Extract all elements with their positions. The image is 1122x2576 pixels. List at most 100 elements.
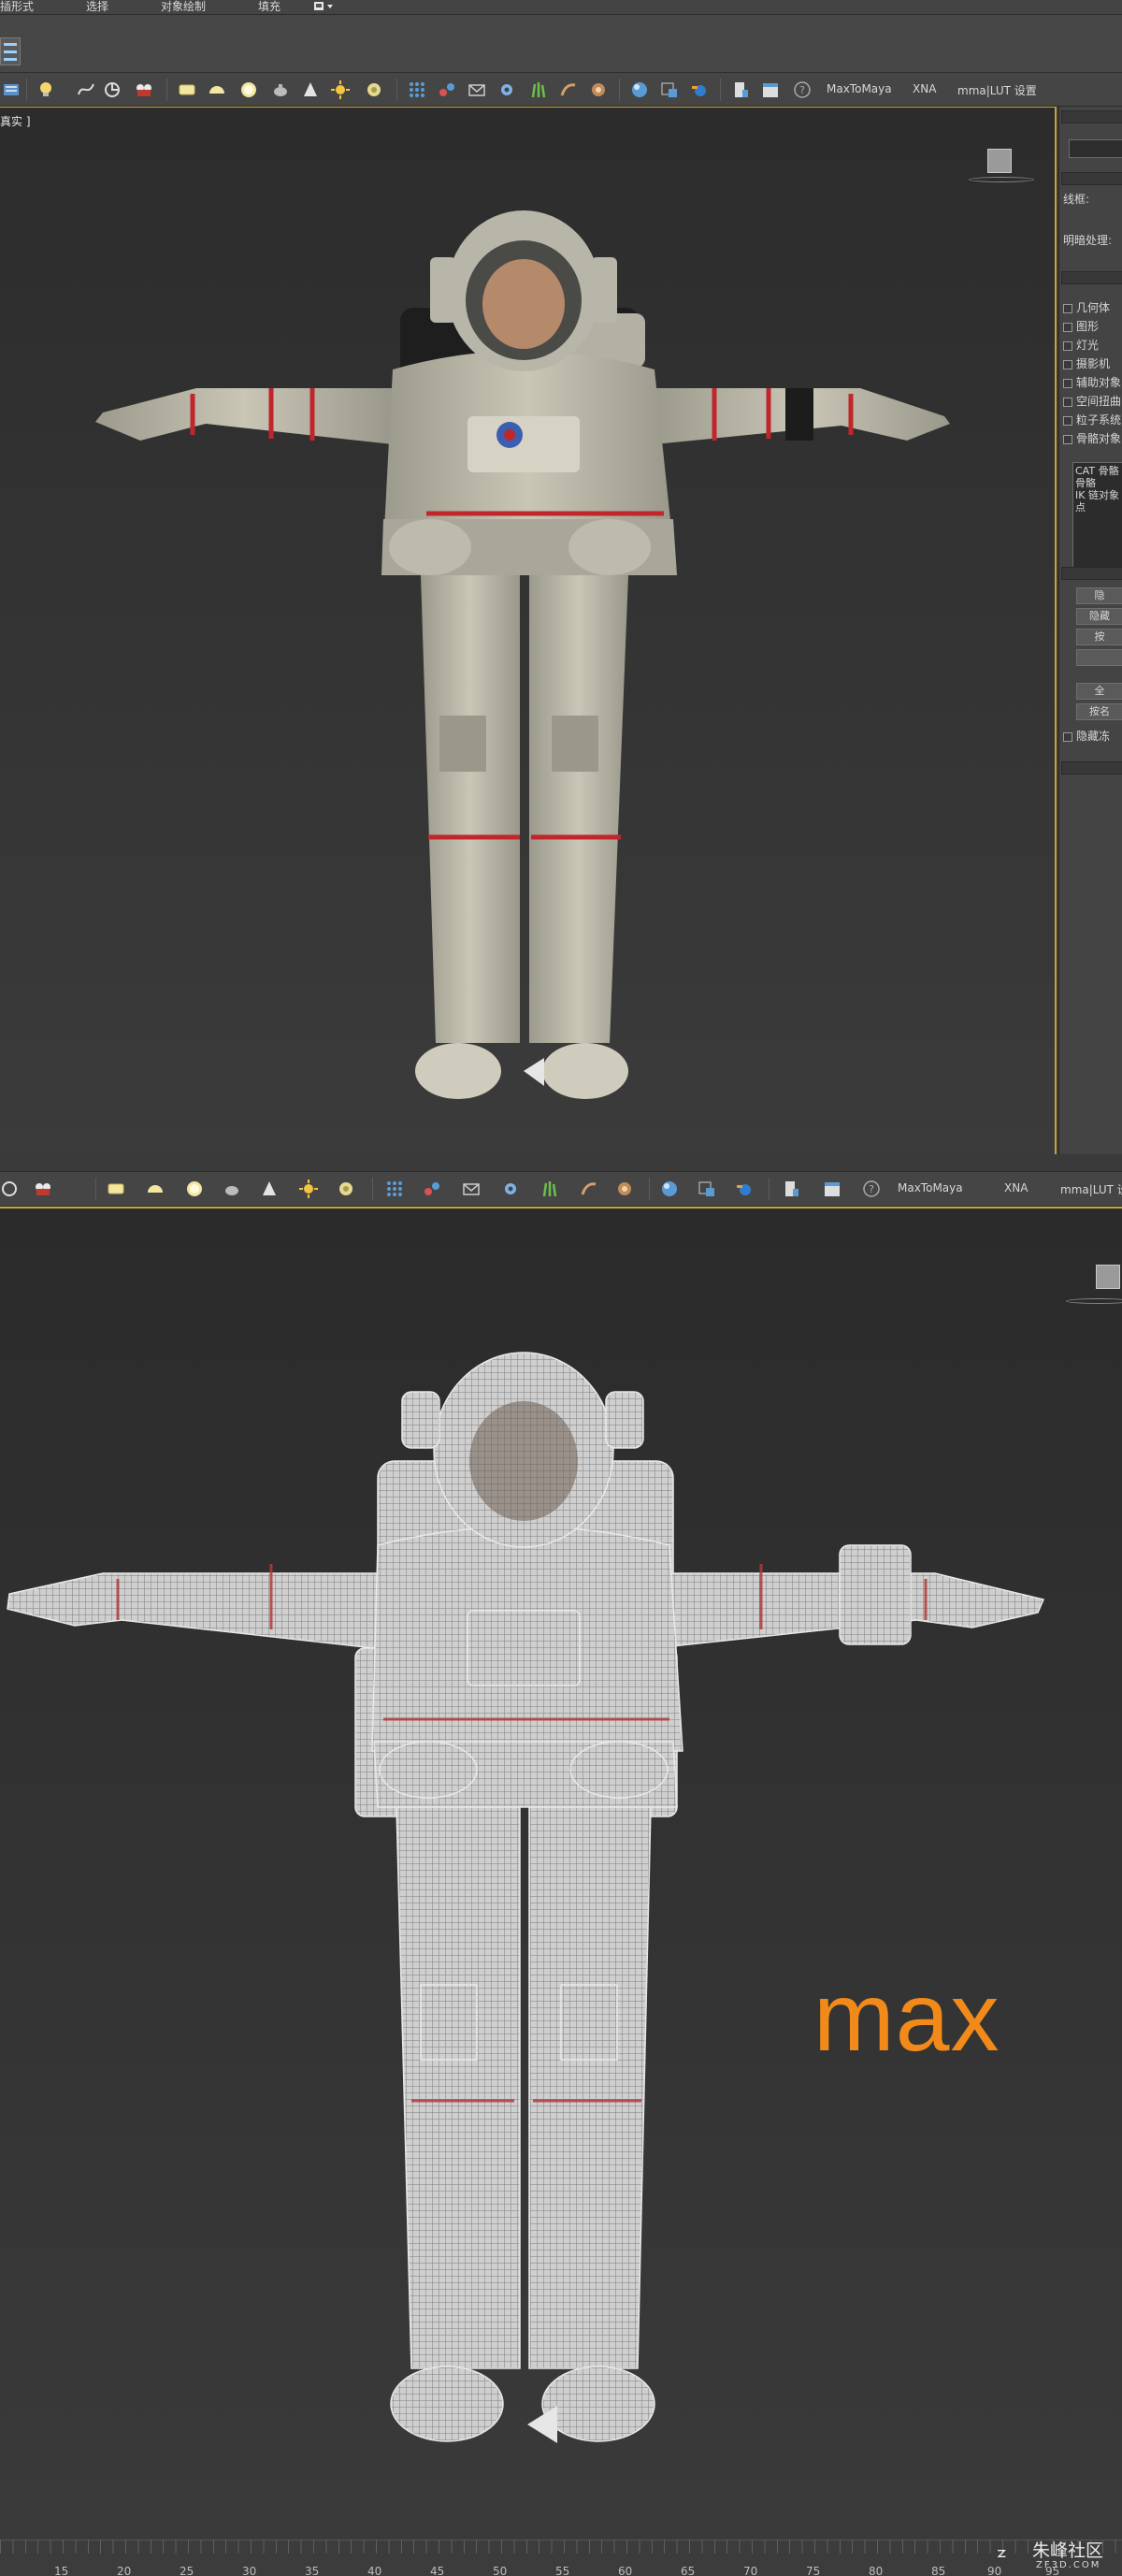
cone-icon[interactable] <box>260 1179 279 1198</box>
render-frame-icon[interactable] <box>660 80 679 99</box>
list-item[interactable]: 点 <box>1075 501 1120 514</box>
curve-editor-icon[interactable] <box>77 80 95 99</box>
hemisphere-icon[interactable] <box>146 1179 165 1198</box>
timeline-tick: 25 <box>180 2565 194 2576</box>
toolbar-label-xna[interactable]: XNA <box>913 82 936 95</box>
timeline-ruler[interactable]: 15 20 25 30 35 40 45 50 55 60 65 70 75 8… <box>0 2540 1122 2576</box>
svg-text:?: ? <box>869 1183 874 1195</box>
envelope-icon[interactable] <box>468 80 486 99</box>
help-icon[interactable]: ? <box>862 1179 881 1198</box>
teapot-icon[interactable] <box>223 1179 241 1198</box>
document-icon[interactable] <box>782 1179 800 1198</box>
menu-item-select[interactable]: 选择 <box>86 0 108 13</box>
particle-grid-icon[interactable] <box>385 1179 404 1198</box>
teapot-icon[interactable] <box>271 80 290 99</box>
help-icon[interactable]: ? <box>793 80 812 99</box>
document-icon[interactable] <box>731 80 750 99</box>
gear-icon[interactable] <box>501 1179 520 1198</box>
molecule-icon[interactable] <box>438 80 456 99</box>
hair-icon[interactable] <box>580 1179 598 1198</box>
torus-icon[interactable] <box>365 80 383 99</box>
render-teapot-icon[interactable] <box>735 1179 754 1198</box>
toolbar-label-lut[interactable]: mma|LUT 设置 <box>957 82 1037 98</box>
max-overlay-label: max <box>813 1963 1000 2072</box>
timeline-tick: 20 <box>117 2565 132 2576</box>
particle-grid-icon[interactable] <box>408 80 426 99</box>
list-item[interactable]: CAT 骨骼 <box>1075 465 1120 477</box>
timeline-tick: 65 <box>681 2565 696 2576</box>
dropdown-icon[interactable] <box>313 1 336 12</box>
checkbox-helpers[interactable]: 辅助对象 <box>1063 374 1121 391</box>
astronaut-shaded-model[interactable] <box>0 108 1057 1154</box>
hemisphere-icon[interactable] <box>208 80 226 99</box>
menu-item-object-paint[interactable]: 对象绘制 <box>161 0 206 13</box>
checkbox-cameras[interactable]: 摄影机 <box>1063 355 1110 372</box>
hide-by-name-button[interactable]: 按 <box>1076 629 1122 645</box>
calendar-icon[interactable] <box>761 80 780 99</box>
checkbox-hide-frozen[interactable]: 隐藏冻 <box>1063 728 1110 745</box>
unhide-all-button[interactable]: 全 <box>1076 683 1122 700</box>
viewport-wireframe[interactable] <box>0 1207 1122 2540</box>
list-item[interactable]: 骨骼 <box>1075 477 1120 489</box>
cloth-icon[interactable] <box>615 1179 634 1198</box>
rollout-header-display-color[interactable] <box>1061 172 1122 185</box>
toolbar-label-lut[interactable]: mma|LUT 设置 <box>1060 1181 1122 1197</box>
material-sphere-icon[interactable] <box>660 1179 679 1198</box>
checkbox-bone-objects[interactable]: 骨骼对象 <box>1063 430 1121 447</box>
checkbox-particle-systems[interactable]: 粒子系统 <box>1063 412 1121 428</box>
menu-item-populate[interactable]: 填充 <box>258 0 280 13</box>
envelope-icon[interactable] <box>462 1179 481 1198</box>
sphere-icon[interactable] <box>239 80 258 99</box>
hair-icon[interactable] <box>559 80 578 99</box>
molecule-icon[interactable] <box>423 1179 441 1198</box>
render-setup-icon[interactable] <box>34 1179 52 1198</box>
gear-icon[interactable] <box>497 80 516 99</box>
sphere-icon[interactable] <box>185 1179 204 1198</box>
calendar-icon[interactable] <box>823 1179 842 1198</box>
schematic-icon[interactable] <box>0 1179 19 1198</box>
checkbox-geometry[interactable]: 几何体 <box>1063 299 1110 316</box>
unhide-by-name-button[interactable]: 按名 <box>1076 703 1122 720</box>
checkbox-space-warps[interactable]: 空间扭曲 <box>1063 393 1121 410</box>
timeline-tick: 40 <box>367 2565 382 2576</box>
plane-icon[interactable] <box>178 80 196 99</box>
menu-item-insert[interactable]: 插形式 <box>0 0 34 13</box>
hide-unselected-button[interactable]: 隐藏 <box>1076 608 1122 625</box>
panel-tabs[interactable] <box>1061 110 1122 123</box>
viewport-shaded[interactable]: 真实 ] <box>0 107 1057 1154</box>
layer-icon[interactable] <box>2 80 21 99</box>
category-list[interactable]: CAT 骨骼 骨骼 IK 链对象 点 <box>1072 462 1122 574</box>
sun-icon[interactable] <box>299 1179 318 1198</box>
rollout-header-hide[interactable] <box>1061 567 1122 580</box>
toolbar-label-xna[interactable]: XNA <box>1004 1181 1028 1194</box>
plane-icon[interactable] <box>107 1179 125 1198</box>
torus-icon[interactable] <box>337 1179 355 1198</box>
main-toolbar: ? MaxToMaya XNA mma|LUT 设置 <box>0 73 1122 107</box>
toolbar-label-maxtomaya[interactable]: MaxToMaya <box>827 82 892 95</box>
light-bulb-icon[interactable] <box>37 80 56 99</box>
timeline-tick: 55 <box>555 2565 570 2576</box>
panel-name-field[interactable] <box>1069 139 1122 158</box>
grass-icon[interactable] <box>540 1179 559 1198</box>
render-frame-icon[interactable] <box>698 1179 716 1198</box>
toolbar-label-maxtomaya[interactable]: MaxToMaya <box>898 1181 963 1194</box>
list-item[interactable]: IK 链对象 <box>1075 489 1120 501</box>
ribbon-strip <box>0 15 1122 73</box>
render-teapot-icon[interactable] <box>690 80 709 99</box>
checkbox-shapes[interactable]: 图形 <box>1063 318 1099 335</box>
hide-by-hit-button[interactable] <box>1076 649 1122 666</box>
render-setup-icon[interactable] <box>135 80 153 99</box>
cone-icon[interactable] <box>301 80 320 99</box>
checkbox-lights[interactable]: 灯光 <box>1063 337 1099 354</box>
schematic-icon[interactable] <box>103 80 122 99</box>
rollout-header-freeze[interactable] <box>1061 761 1122 774</box>
sun-icon[interactable] <box>331 80 350 99</box>
astronaut-wireframe-model[interactable] <box>0 1208 1122 2540</box>
hide-selected-button[interactable]: 隐 <box>1076 587 1122 604</box>
grass-icon[interactable] <box>529 80 548 99</box>
timeline-tick: 70 <box>743 2565 758 2576</box>
layout-list-icon[interactable] <box>0 37 21 65</box>
material-sphere-icon[interactable] <box>630 80 649 99</box>
cloth-icon[interactable] <box>589 80 608 99</box>
rollout-header-hide-by-category[interactable] <box>1061 271 1122 284</box>
